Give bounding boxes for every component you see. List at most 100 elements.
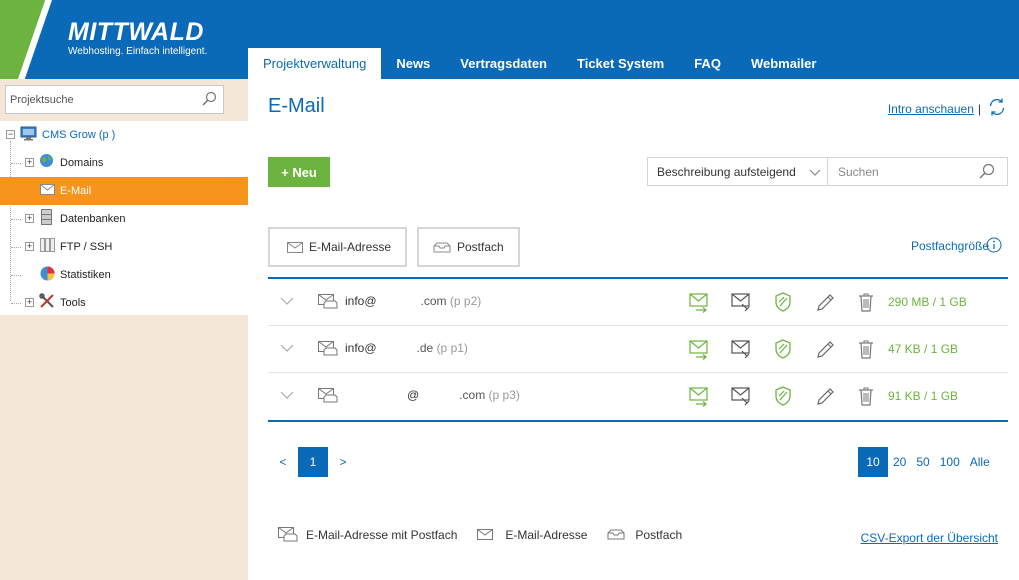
per-page-all[interactable]: Alle <box>965 447 995 477</box>
mailbox-size-header[interactable]: Postfachgröße <box>911 239 989 253</box>
per-page-50[interactable]: 50 <box>911 447 934 477</box>
email-search-box <box>828 157 1008 186</box>
table-row[interactable]: info@ .com (p p2) 290 MB / 1 GB <box>268 279 1008 326</box>
chevron-down-icon <box>809 166 821 180</box>
sidebar-item-domains[interactable]: + Domains <box>0 149 248 177</box>
email-address: @ .com (p p3) <box>407 388 520 402</box>
trash-icon[interactable] <box>858 338 874 363</box>
logo[interactable]: MITTWALD Webhosting. Einfach intelligent… <box>68 18 207 58</box>
spam-shield-icon[interactable] <box>774 338 792 363</box>
project-search-input[interactable] <box>6 86 191 113</box>
sidebar: − CMS Grow (p ) + Domains E-Mail <box>0 79 248 580</box>
legend-email: E-Mail-Adresse <box>477 528 587 542</box>
refresh-icon[interactable] <box>987 97 1007 120</box>
sidebar-item-datenbanken[interactable]: + Datenbanken <box>0 205 248 233</box>
filter-mailbox-label: Postfach <box>457 240 504 254</box>
sidebar-item-label: Statistiken <box>60 269 111 281</box>
project-search-box <box>5 85 224 114</box>
chevron-down-icon[interactable] <box>280 295 294 309</box>
expand-icon[interactable]: + <box>25 158 34 167</box>
per-page-selector: 10 20 50 100 Alle <box>858 447 995 477</box>
mailbox-size: 91 KB / 1 GB <box>888 389 959 403</box>
email-with-mailbox-icon <box>318 341 338 359</box>
envelope-icon <box>40 184 55 198</box>
search-icon[interactable] <box>201 91 217 110</box>
sort-value: Beschreibung aufsteigend <box>657 164 796 179</box>
table-row[interactable]: @ .com (p p3) 91 KB / 1 GB <box>268 373 1008 420</box>
edit-pencil-icon[interactable] <box>815 338 835 363</box>
mailbox-icon <box>607 529 625 540</box>
send-mail-icon[interactable] <box>688 291 710 316</box>
intro-separator: | <box>977 101 981 116</box>
email-address: info@ .de (p p1) <box>345 341 468 355</box>
page-number-button[interactable]: 1 <box>298 447 328 477</box>
sort-select[interactable]: Beschreibung aufsteigend <box>647 157 828 186</box>
sidebar-item-ftp-ssh[interactable]: + FTP / SSH <box>0 233 248 261</box>
intro-link[interactable]: Intro anschauen <box>888 102 974 116</box>
globe-icon <box>39 153 54 171</box>
project-search-wrap <box>0 79 248 121</box>
send-mail-icon[interactable] <box>688 338 710 363</box>
filter-mailbox-button[interactable]: Postfach <box>417 227 520 267</box>
project-name: CMS Grow (p ) <box>42 129 116 141</box>
new-button[interactable]: + Neu <box>268 157 330 187</box>
table-row[interactable]: info@ .de (p p1) 47 KB / 1 GB <box>268 326 1008 373</box>
sidebar-item-email[interactable]: E-Mail <box>0 177 248 205</box>
edit-pencil-icon[interactable] <box>815 385 835 410</box>
send-mail-icon[interactable] <box>688 385 710 410</box>
collapse-icon[interactable]: − <box>6 130 15 139</box>
info-icon[interactable] <box>986 237 1002 256</box>
tab-webmailer[interactable]: Webmailer <box>736 48 832 79</box>
sidebar-item-label: Tools <box>60 297 86 309</box>
sidebar-item-label: Domains <box>60 157 104 169</box>
legend-mailbox: Postfach <box>607 528 682 542</box>
sidebar-item-tools[interactable]: + Tools <box>0 289 248 317</box>
email-with-mailbox-icon <box>318 294 338 312</box>
monitor-icon <box>20 126 37 144</box>
spam-shield-icon[interactable] <box>774 291 792 316</box>
search-icon[interactable] <box>978 163 995 183</box>
logo-title: MITTWALD <box>68 18 204 46</box>
tab-news[interactable]: News <box>381 48 445 79</box>
edit-pencil-icon[interactable] <box>815 291 835 316</box>
tab-ticket-system[interactable]: Ticket System <box>562 48 679 79</box>
trash-icon[interactable] <box>858 385 874 410</box>
sidebar-item-label: E-Mail <box>60 185 92 197</box>
tab-projektverwaltung[interactable]: Projektverwaltung <box>248 48 382 79</box>
per-page-100[interactable]: 100 <box>935 447 965 477</box>
filter-email-button[interactable]: E-Mail-Adresse <box>268 227 407 267</box>
forward-mail-icon[interactable] <box>730 338 752 363</box>
filter-email-label: E-Mail-Adresse <box>309 240 392 254</box>
envelope-icon <box>477 529 494 540</box>
tools-icon <box>39 293 55 312</box>
main-content: E-Mail Intro anschauen | + Neu Beschreib… <box>248 79 1019 580</box>
pie-chart-icon <box>40 266 55 284</box>
sidebar-item-label: FTP / SSH <box>60 241 113 253</box>
expand-icon[interactable]: + <box>25 298 34 307</box>
top-header: MITTWALD Webhosting. Einfach intelligent… <box>0 0 1019 79</box>
tab-faq[interactable]: FAQ <box>679 48 736 79</box>
per-page-20[interactable]: 20 <box>888 447 911 477</box>
next-page-button[interactable]: > <box>328 455 358 469</box>
intro-area: Intro anschauen | <box>888 97 1007 120</box>
forward-mail-icon[interactable] <box>730 385 752 410</box>
email-search-input[interactable] <box>828 158 968 185</box>
chevron-down-icon[interactable] <box>280 342 294 356</box>
sidebar-item-statistiken[interactable]: Statistiken <box>0 261 248 289</box>
forward-mail-icon[interactable] <box>730 291 752 316</box>
mailbox-size: 47 KB / 1 GB <box>888 342 959 356</box>
legend: E-Mail-Adresse mit Postfach E-Mail-Adres… <box>278 527 702 542</box>
expand-icon[interactable]: + <box>25 214 34 223</box>
chevron-down-icon[interactable] <box>280 389 294 403</box>
per-page-10[interactable]: 10 <box>858 447 888 477</box>
database-icon <box>41 209 52 228</box>
ftp-icon <box>40 238 55 255</box>
email-address: info@ .com (p p2) <box>345 294 482 308</box>
csv-export-link[interactable]: CSV-Export der Übersicht <box>861 531 998 545</box>
expand-icon[interactable]: + <box>25 242 34 251</box>
prev-page-button[interactable]: < <box>268 455 298 469</box>
tab-vertragsdaten[interactable]: Vertragsdaten <box>445 48 562 79</box>
trash-icon[interactable] <box>858 291 874 316</box>
tree-project-root[interactable]: − CMS Grow (p ) <box>0 121 248 149</box>
spam-shield-icon[interactable] <box>774 385 792 410</box>
